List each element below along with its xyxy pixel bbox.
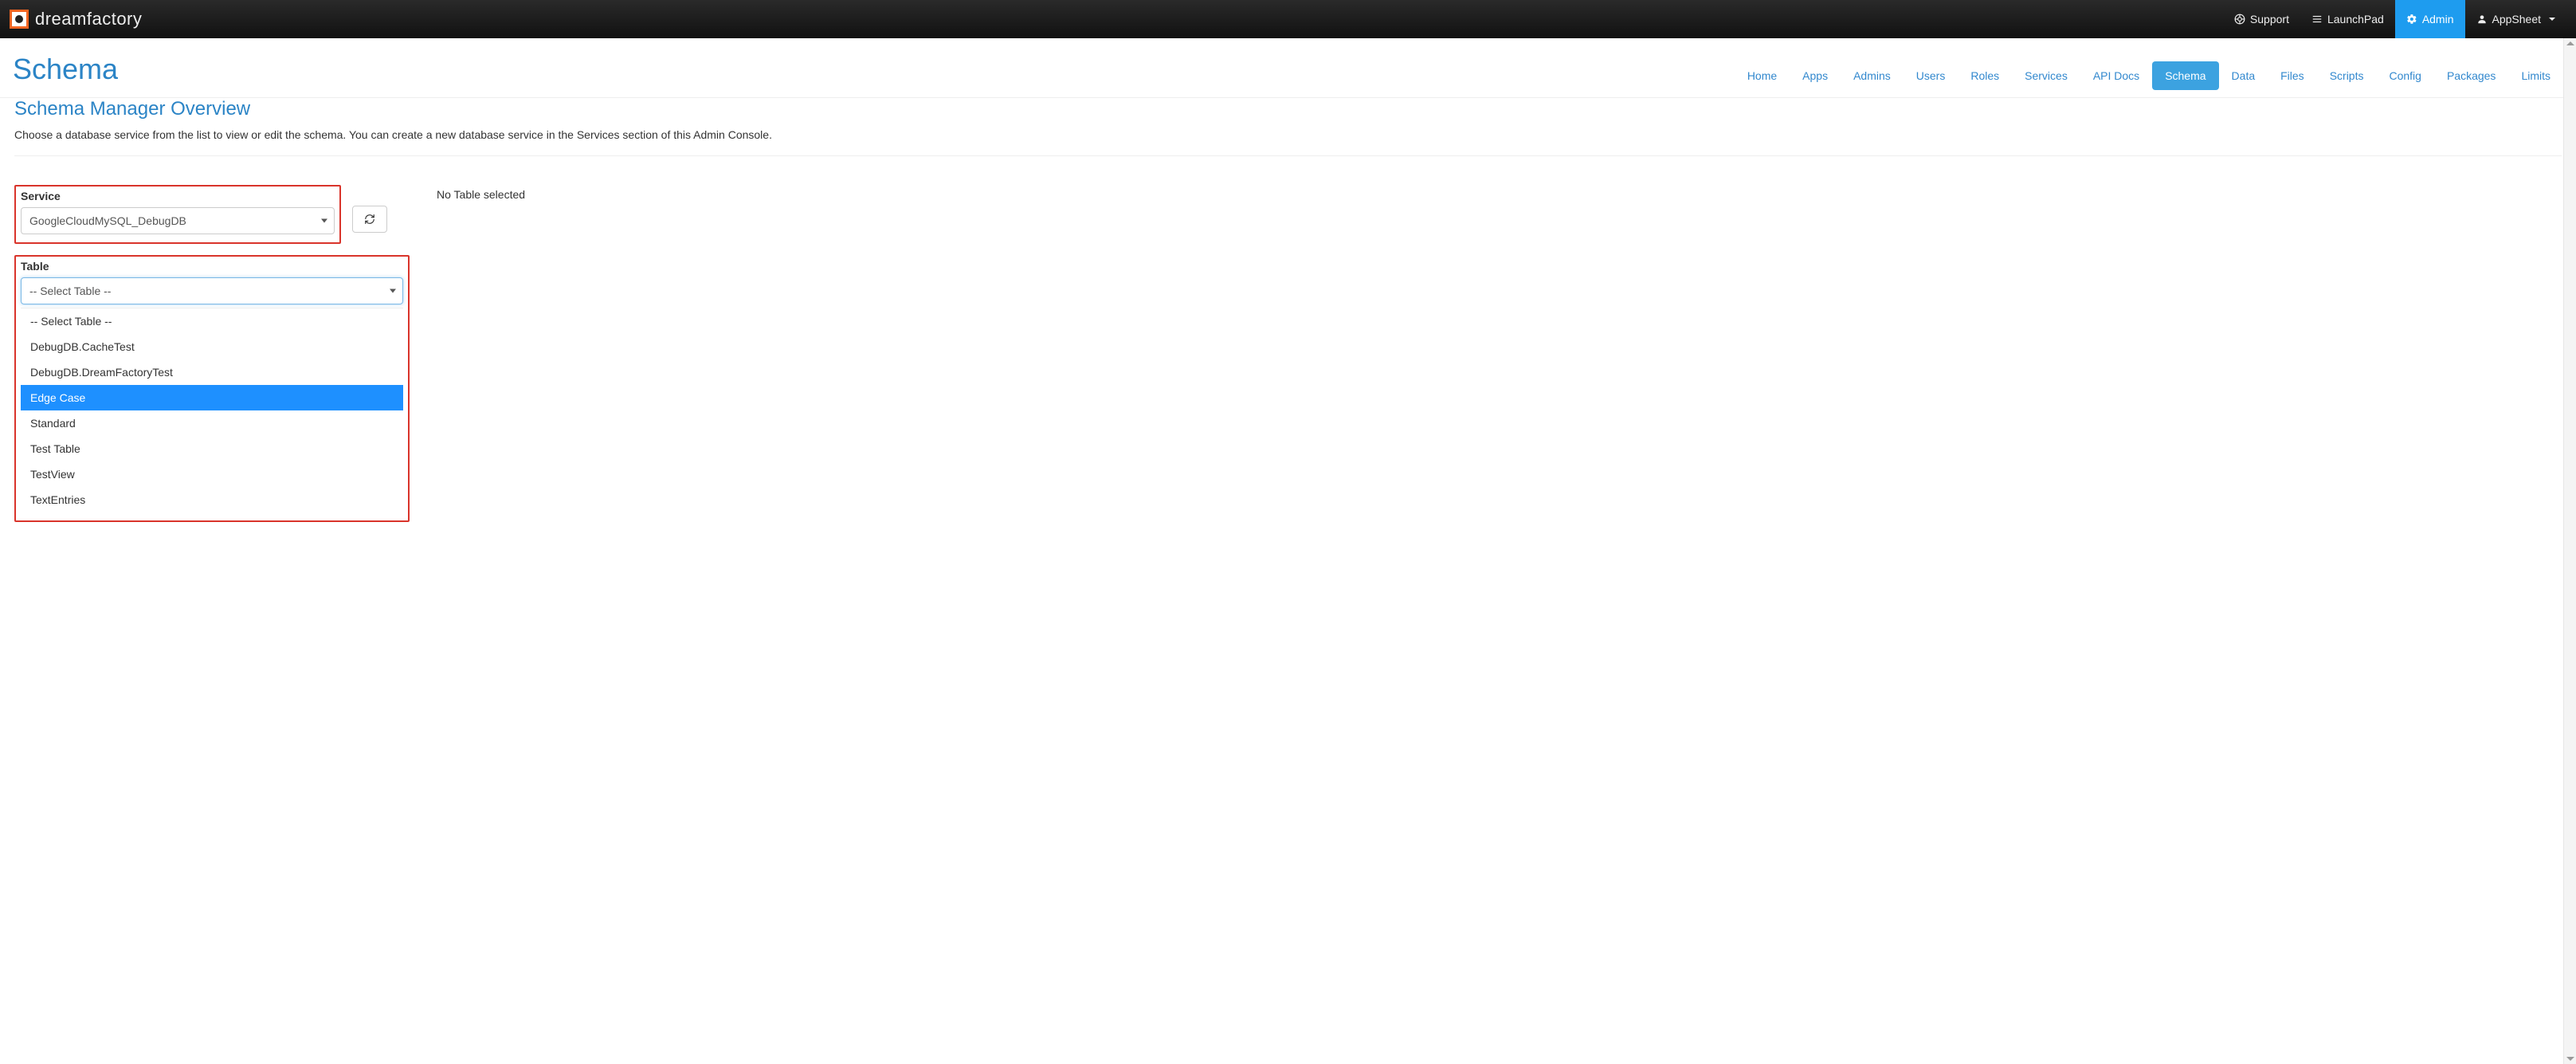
tab-admins[interactable]: Admins bbox=[1841, 61, 1904, 90]
tab-data[interactable]: Data bbox=[2219, 61, 2268, 90]
tab-scripts[interactable]: Scripts bbox=[2317, 61, 2377, 90]
chevron-down-icon bbox=[321, 219, 327, 223]
topbar: dreamfactory Support LaunchPad Admin App… bbox=[0, 0, 2576, 38]
tab-limits[interactable]: Limits bbox=[2508, 61, 2563, 90]
table-label: Table bbox=[21, 260, 403, 273]
scroll-down-icon bbox=[2566, 1057, 2574, 1061]
brand-text: dreamfactory bbox=[35, 9, 142, 29]
topbar-support[interactable]: Support bbox=[2223, 0, 2300, 38]
tab-users[interactable]: Users bbox=[1904, 61, 1958, 90]
menu-icon bbox=[2311, 14, 2323, 25]
table-option[interactable]: TestView bbox=[21, 461, 403, 487]
chevron-down-icon bbox=[390, 289, 396, 293]
table-option[interactable]: -- Select Table -- bbox=[21, 308, 403, 334]
chevron-down-icon bbox=[2549, 18, 2555, 21]
tab-home[interactable]: Home bbox=[1735, 61, 1790, 90]
table-dropdown-list: -- Select Table --DebugDB.CacheTestDebug… bbox=[21, 308, 403, 512]
table-panel: Table -- Select Table -- -- Select Table… bbox=[14, 255, 410, 522]
tab-schema[interactable]: Schema bbox=[2152, 61, 2218, 90]
table-select[interactable]: -- Select Table -- bbox=[21, 277, 403, 304]
scroll-up-icon bbox=[2566, 41, 2574, 45]
tab-apps[interactable]: Apps bbox=[1790, 61, 1841, 90]
user-icon bbox=[2476, 14, 2488, 25]
tab-files[interactable]: Files bbox=[2268, 61, 2317, 90]
table-option[interactable]: Test Table bbox=[21, 436, 403, 461]
right-column: No Table selected bbox=[437, 185, 2562, 201]
service-label: Service bbox=[21, 190, 335, 202]
divider bbox=[14, 155, 2562, 156]
tab-api-docs[interactable]: API Docs bbox=[2080, 61, 2152, 90]
service-select-value: GoogleCloudMySQL_DebugDB bbox=[29, 214, 186, 227]
service-select[interactable]: GoogleCloudMySQL_DebugDB bbox=[21, 207, 335, 234]
table-option[interactable]: Edge Case bbox=[21, 385, 403, 410]
topbar-launchpad-label: LaunchPad bbox=[2327, 13, 2384, 26]
nav-tabs: HomeAppsAdminsUsersRolesServicesAPI Docs… bbox=[1735, 52, 2563, 90]
no-table-message: No Table selected bbox=[437, 188, 2562, 201]
service-panel: Service GoogleCloudMySQL_DebugDB bbox=[14, 185, 341, 244]
topbar-admin[interactable]: Admin bbox=[2395, 0, 2465, 38]
scrollbar[interactable] bbox=[2563, 38, 2576, 1064]
brand-logo-inner bbox=[15, 15, 23, 23]
subnav: Schema HomeAppsAdminsUsersRolesServicesA… bbox=[0, 38, 2576, 98]
topbar-support-label: Support bbox=[2250, 13, 2289, 26]
refresh-icon bbox=[364, 214, 375, 225]
table-option[interactable]: Standard bbox=[21, 410, 403, 436]
topbar-launchpad[interactable]: LaunchPad bbox=[2300, 0, 2395, 38]
tab-roles[interactable]: Roles bbox=[1958, 61, 2012, 90]
service-row: Service GoogleCloudMySQL_DebugDB bbox=[14, 185, 421, 244]
tab-config[interactable]: Config bbox=[2376, 61, 2433, 90]
content-area: Service GoogleCloudMySQL_DebugDB Table -… bbox=[0, 171, 2576, 536]
page-title: Schema bbox=[13, 45, 118, 97]
left-column: Service GoogleCloudMySQL_DebugDB Table -… bbox=[14, 185, 421, 522]
table-select-value: -- Select Table -- bbox=[29, 285, 111, 297]
support-icon bbox=[2234, 14, 2245, 25]
overview-section: Schema Manager Overview Choose a databas… bbox=[0, 98, 2576, 156]
refresh-button[interactable] bbox=[352, 206, 387, 233]
topbar-admin-label: Admin bbox=[2422, 13, 2454, 26]
table-option[interactable]: DebugDB.CacheTest bbox=[21, 334, 403, 359]
topbar-appsheet-label: AppSheet bbox=[2492, 13, 2542, 26]
tab-packages[interactable]: Packages bbox=[2434, 61, 2508, 90]
gear-icon bbox=[2406, 14, 2417, 25]
topbar-appsheet[interactable]: AppSheet bbox=[2465, 0, 2567, 38]
table-option[interactable]: TextEntries bbox=[21, 487, 403, 512]
overview-description: Choose a database service from the list … bbox=[14, 128, 2562, 141]
tab-services[interactable]: Services bbox=[2012, 61, 2080, 90]
brand-logo bbox=[10, 10, 29, 29]
overview-heading: Schema Manager Overview bbox=[14, 98, 2562, 120]
table-option[interactable]: DebugDB.DreamFactoryTest bbox=[21, 359, 403, 385]
